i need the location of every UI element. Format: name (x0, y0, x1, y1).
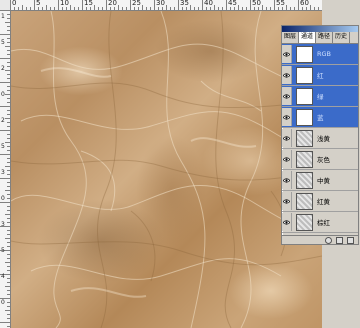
vertical-ruler[interactable]: 152025303540 (0, 10, 11, 328)
channel-thumbnail (296, 171, 313, 189)
channel-row[interactable]: 棕红 (282, 212, 358, 233)
channel-thumbnail (296, 213, 313, 231)
channel-name: 红 (317, 72, 324, 80)
channel-row[interactable]: 中黄 (282, 170, 358, 191)
channel-name: 中黄 (317, 177, 330, 185)
channel-name: 灰色 (317, 156, 330, 164)
channel-row[interactable]: 绿 (282, 86, 358, 107)
channel-row[interactable]: RGB (282, 44, 358, 65)
channel-thumbnail (296, 87, 313, 105)
visibility-eye-icon[interactable] (282, 192, 292, 210)
panel-tabs: 图层 通道 路径 历史 (282, 32, 358, 44)
marble-texture (11, 11, 322, 328)
tab-1[interactable]: 通道 (299, 32, 317, 43)
visibility-eye-icon[interactable] (282, 129, 292, 147)
new-channel-icon[interactable] (336, 236, 343, 244)
channel-thumbnail (296, 129, 313, 147)
channel-row[interactable]: 红黄 (282, 191, 358, 212)
channel-thumbnail (296, 150, 313, 168)
channel-thumbnail (296, 66, 313, 84)
load-selection-icon[interactable] (325, 236, 332, 244)
visibility-eye-icon[interactable] (282, 108, 292, 126)
channel-name: 浅黄 (317, 135, 330, 143)
channel-name: 棕红 (317, 219, 330, 227)
tab-0[interactable]: 图层 (282, 32, 300, 43)
channel-row[interactable]: 浅黄 (282, 128, 358, 149)
visibility-eye-icon[interactable] (282, 150, 292, 168)
channels-panel: 图层 通道 路径 历史 RGB 红绿蓝浅黄灰色中黄红黄棕红 (281, 25, 359, 245)
tab-2[interactable]: 路径 (316, 32, 334, 43)
channel-name: 绿 (317, 93, 324, 101)
channel-name: 蓝 (317, 114, 324, 122)
channel-thumbnail (296, 108, 313, 126)
channel-thumbnail (296, 45, 313, 63)
visibility-eye-icon[interactable] (282, 87, 292, 105)
panel-bottom-bar (282, 235, 358, 244)
delete-channel-icon[interactable] (347, 236, 354, 244)
channel-row[interactable]: 红 (282, 65, 358, 86)
visibility-eye-icon[interactable] (282, 66, 292, 84)
channel-thumbnail (296, 192, 313, 210)
visibility-eye-icon[interactable] (282, 171, 292, 189)
channel-row[interactable]: 灰色 (282, 149, 358, 170)
channel-name: 红黄 (317, 198, 330, 206)
channel-name: RGB (317, 50, 332, 58)
channel-row[interactable]: 蓝 (282, 107, 358, 128)
visibility-eye-icon[interactable] (282, 213, 292, 231)
horizontal-ruler[interactable]: 0 5 10 15 20 25 30 35 40 45 50 55 60 (10, 0, 322, 11)
tab-3[interactable]: 历史 (333, 32, 351, 43)
channel-list: RGB 红绿蓝浅黄灰色中黄红黄棕红 (282, 44, 358, 233)
visibility-eye-icon[interactable] (282, 45, 292, 63)
document-canvas[interactable] (11, 11, 322, 328)
